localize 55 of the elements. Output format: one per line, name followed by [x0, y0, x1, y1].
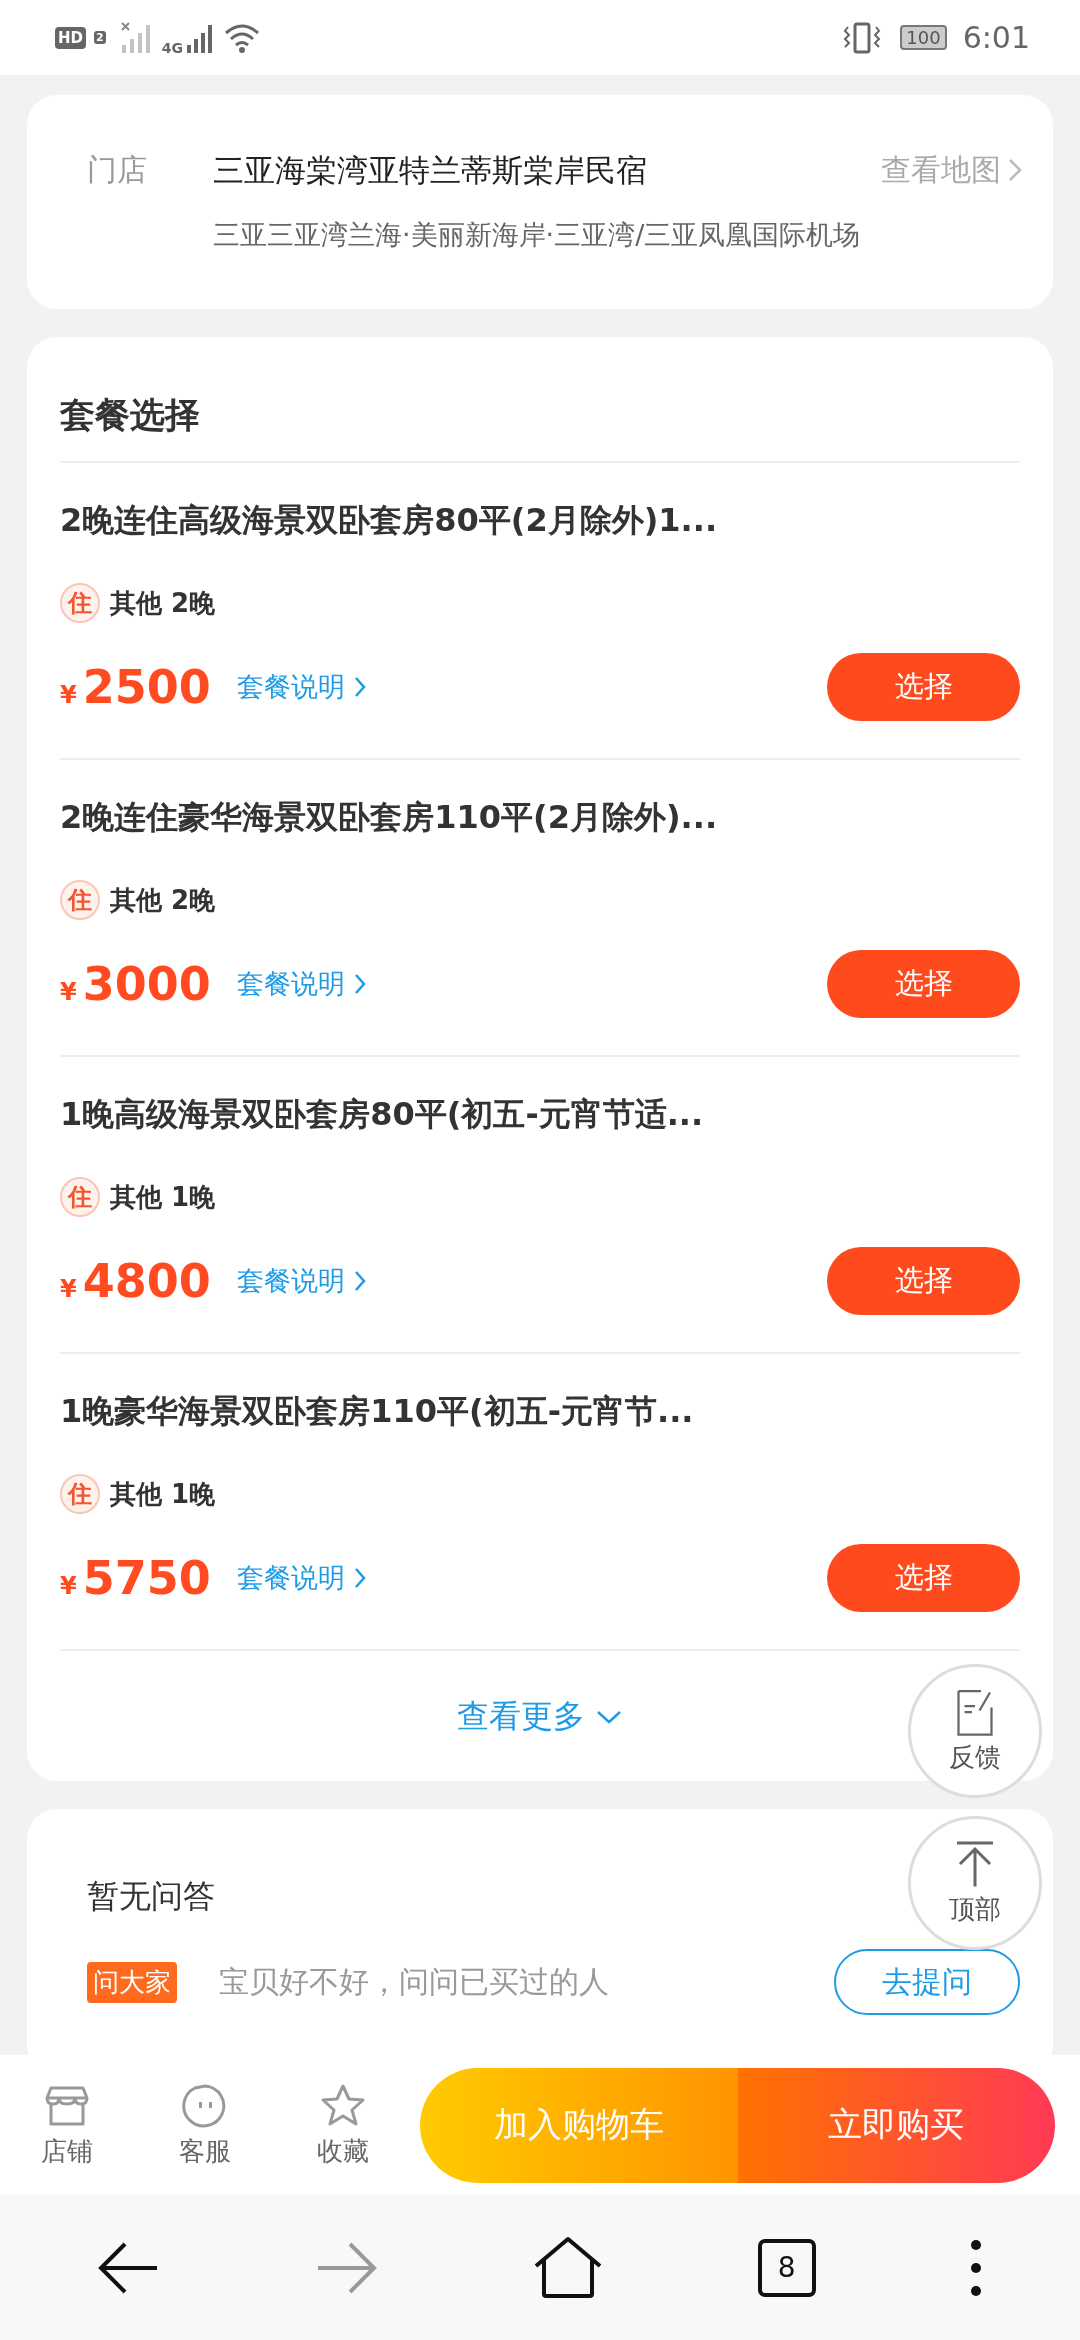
package-title: 1晚高级海景双卧套房80平(初五-元宵节适... [60, 1094, 705, 1135]
add-to-cart-button[interactable]: 加入购物车 [420, 2067, 738, 2183]
chevron-right-icon [352, 972, 367, 996]
more-menu-icon[interactable] [969, 2237, 984, 2298]
buy-now-button[interactable]: 立即购买 [737, 2067, 1055, 2183]
qa-title: 暂无问答 [87, 1876, 215, 1917]
select-button[interactable]: 选择 [827, 950, 1020, 1018]
arrow-up-icon [954, 1839, 996, 1888]
select-button[interactable]: 选择 [827, 1247, 1020, 1315]
vibrate-icon [842, 20, 883, 55]
store-label: 门店 [86, 151, 147, 189]
store-address: 三亚三亚湾兰海·美丽新海岸·三亚湾/三亚凤凰国际机场 [213, 218, 862, 252]
chevron-down-icon [595, 1709, 623, 1725]
stay-tag-icon: 住 [60, 1474, 100, 1514]
section-title: 套餐选择 [60, 337, 1020, 463]
store-tab[interactable]: 店铺 [12, 2081, 122, 2169]
package-info: 其他 1晚 [110, 1477, 216, 1511]
price: ¥4800 [60, 1254, 211, 1308]
qa-prompt: 宝贝好不好，问问已买过的人 [219, 1962, 609, 2001]
home-icon[interactable] [532, 2235, 604, 2300]
hd-indicator: HD [55, 26, 86, 49]
tabs-count-button[interactable]: 8 [757, 2238, 816, 2297]
package-detail-link[interactable]: 套餐说明 [236, 1560, 367, 1596]
select-button[interactable]: 选择 [827, 1544, 1020, 1612]
feedback-icon [954, 1687, 996, 1736]
package-info: 其他 2晚 [110, 883, 216, 917]
map-link[interactable]: 查看地图 [881, 149, 1023, 191]
package-detail-link[interactable]: 套餐说明 [236, 669, 367, 705]
select-button[interactable]: 选择 [827, 653, 1020, 721]
ask-badge: 问大家 [87, 1961, 177, 2003]
price: ¥2500 [60, 660, 211, 714]
chevron-right-icon [352, 1269, 367, 1293]
stay-tag-icon: 住 [60, 880, 100, 920]
package-title: 2晚连住高级海景双卧套房80平(2月除外)1... [60, 500, 719, 541]
store-name: 三亚海棠湾亚特兰蒂斯棠岸民宿 [213, 151, 647, 190]
package-title: 1晚豪华海景双卧套房110平(初五-元宵节... [60, 1391, 695, 1432]
stay-tag-icon: 住 [60, 1177, 100, 1217]
price: ¥5750 [60, 1551, 211, 1605]
customer-service-tab[interactable]: 客服 [150, 2081, 260, 2169]
chevron-right-icon [352, 675, 367, 699]
ask-button[interactable]: 去提问 [834, 1949, 1020, 2015]
clock-time: 6:01 [962, 20, 1030, 55]
package-detail-link[interactable]: 套餐说明 [236, 966, 367, 1002]
price: ¥3000 [60, 957, 211, 1011]
package-info: 其他 1晚 [110, 1180, 216, 1214]
chevron-right-icon [352, 1566, 367, 1590]
favorite-tab[interactable]: 收藏 [288, 2081, 398, 2169]
package-info: 其他 2晚 [110, 586, 216, 620]
sim-number: 2 [94, 31, 106, 44]
package-detail-link[interactable]: 套餐说明 [236, 1263, 367, 1299]
stay-tag-icon: 住 [60, 583, 100, 623]
network-label: 4G [161, 39, 183, 56]
battery-icon: 100 [900, 25, 947, 50]
package-title: 2晚连住豪华海景双卧套房110平(2月除外)... [60, 797, 719, 838]
view-more-link[interactable]: 查看更多 [457, 1695, 623, 1739]
